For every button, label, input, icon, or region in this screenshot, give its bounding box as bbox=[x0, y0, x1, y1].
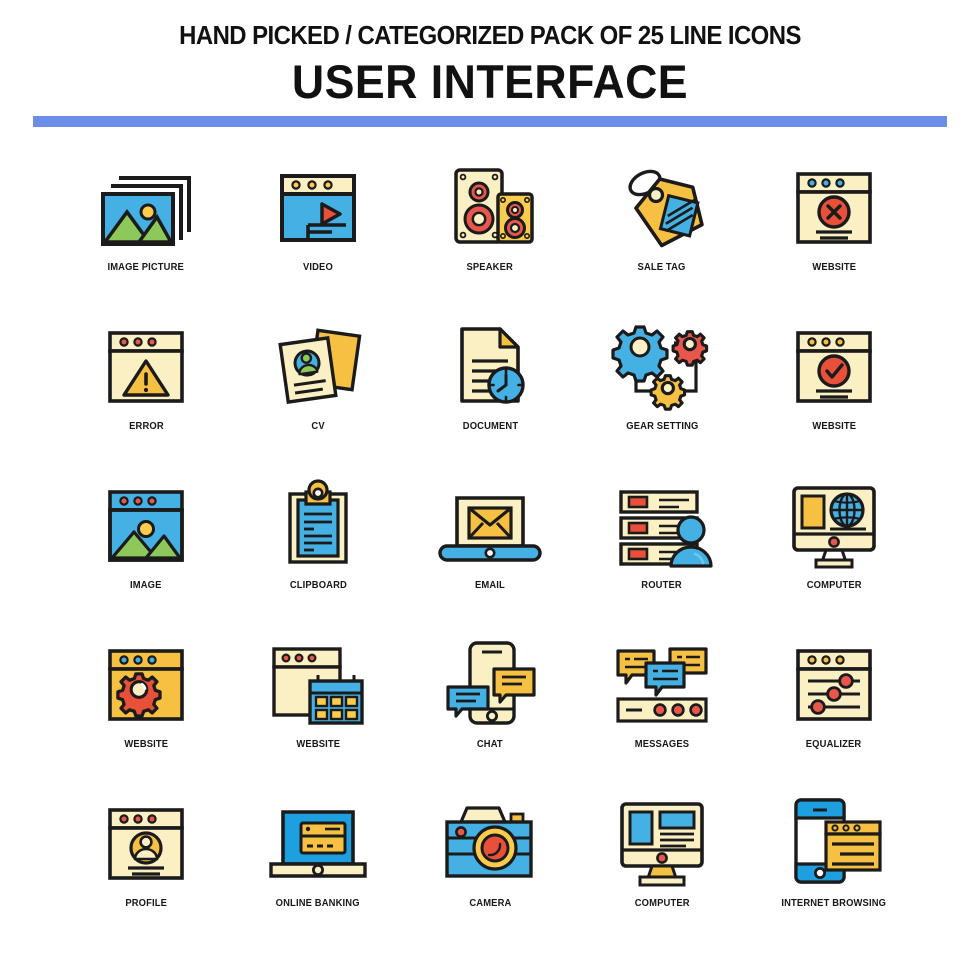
internet-browsing-icon bbox=[769, 784, 899, 896]
website-error-cross-icon bbox=[769, 148, 899, 260]
speaker-icon bbox=[425, 148, 555, 260]
icon-cell-image-picture[interactable]: IMAGE PICTURE bbox=[60, 148, 232, 307]
profile-icon bbox=[81, 784, 211, 896]
icon-cell-clipboard[interactable]: CLIPBOARD bbox=[232, 466, 404, 625]
icon-label: SPEAKER bbox=[466, 262, 514, 273]
icon-label: CLIPBOARD bbox=[289, 580, 347, 591]
icon-cell-router[interactable]: ROUTER bbox=[576, 466, 748, 625]
cv-icon bbox=[253, 307, 383, 419]
email-icon bbox=[425, 466, 555, 578]
icon-pack-page: HAND PICKED / CATEGORIZED PACK OF 25 LIN… bbox=[0, 0, 980, 980]
equalizer-icon bbox=[769, 625, 899, 737]
icon-cell-email[interactable]: EMAIL bbox=[404, 466, 576, 625]
icon-label: EMAIL bbox=[475, 580, 505, 591]
icon-grid: IMAGE PICTURE VIDEO SPEAKER SALE TAG WEB… bbox=[60, 148, 920, 943]
icon-cell-chat[interactable]: CHAT bbox=[404, 625, 576, 784]
icon-label: SALE TAG bbox=[638, 262, 686, 273]
icon-cell-equalizer[interactable]: EQUALIZER bbox=[748, 625, 920, 784]
icon-label: IMAGE PICTURE bbox=[107, 262, 185, 273]
icon-cell-speaker[interactable]: SPEAKER bbox=[404, 148, 576, 307]
icon-cell-website-calendar[interactable]: WEBSITE bbox=[232, 625, 404, 784]
icon-label: CAMERA bbox=[468, 898, 512, 909]
header-divider-bar bbox=[33, 116, 947, 127]
icon-label: WEBSITE bbox=[124, 739, 168, 750]
chat-icon bbox=[425, 625, 555, 737]
icon-cell-website-check[interactable]: WEBSITE bbox=[748, 307, 920, 466]
icon-cell-computer-globe[interactable]: COMPUTER bbox=[748, 466, 920, 625]
icon-label: VIDEO bbox=[303, 262, 333, 273]
icon-cell-gear-setting[interactable]: GEAR SETTING bbox=[576, 307, 748, 466]
subtitle-pre: HAND PICKED / CATEGORIZED PACK OF bbox=[179, 20, 638, 50]
computer-layout-icon bbox=[597, 784, 727, 896]
sale-tag-icon bbox=[597, 148, 727, 260]
icon-cell-video[interactable]: VIDEO bbox=[232, 148, 404, 307]
icon-cell-image[interactable]: IMAGE bbox=[60, 466, 232, 625]
icon-cell-error[interactable]: ERROR bbox=[60, 307, 232, 466]
icon-label: EQUALIZER bbox=[806, 739, 862, 750]
gear-setting-icon bbox=[597, 307, 727, 419]
icon-label: IMAGE bbox=[130, 580, 162, 591]
website-calendar-icon bbox=[253, 625, 383, 737]
icon-cell-cv[interactable]: CV bbox=[232, 307, 404, 466]
page-subtitle: HAND PICKED / CATEGORIZED PACK OF 25 LIN… bbox=[39, 20, 941, 50]
document-icon bbox=[425, 307, 555, 419]
image-picture-icon bbox=[81, 148, 211, 260]
image-icon bbox=[81, 466, 211, 578]
messages-icon bbox=[597, 625, 727, 737]
icon-label: WEBSITE bbox=[812, 262, 856, 273]
icon-cell-computer-layout[interactable]: COMPUTER bbox=[576, 784, 748, 943]
page-header: HAND PICKED / CATEGORIZED PACK OF 25 LIN… bbox=[0, 0, 980, 109]
video-icon bbox=[253, 148, 383, 260]
icon-label: COMPUTER bbox=[634, 898, 690, 909]
icon-cell-website-error-cross[interactable]: WEBSITE bbox=[748, 148, 920, 307]
error-icon bbox=[81, 307, 211, 419]
website-gear-icon bbox=[81, 625, 211, 737]
page-title: USER INTERFACE bbox=[291, 55, 689, 109]
icon-label: CV bbox=[311, 421, 325, 432]
icon-label: MESSAGES bbox=[634, 739, 690, 750]
icon-cell-website-gear[interactable]: WEBSITE bbox=[60, 625, 232, 784]
online-banking-icon bbox=[253, 784, 383, 896]
icon-label: ONLINE BANKING bbox=[276, 898, 360, 909]
icon-label: ERROR bbox=[128, 421, 164, 432]
icon-cell-internet-browsing[interactable]: INTERNET BROWSING bbox=[748, 784, 920, 943]
icon-cell-messages[interactable]: MESSAGES bbox=[576, 625, 748, 784]
icon-label: WEBSITE bbox=[296, 739, 340, 750]
icon-label: CHAT bbox=[477, 739, 503, 750]
icon-cell-profile[interactable]: PROFILE bbox=[60, 784, 232, 943]
camera-icon bbox=[425, 784, 555, 896]
router-icon bbox=[597, 466, 727, 578]
icon-label: WEBSITE bbox=[812, 421, 856, 432]
icon-label: INTERNET BROWSING bbox=[781, 898, 887, 909]
icon-cell-camera[interactable]: CAMERA bbox=[404, 784, 576, 943]
subtitle-icon-count: 25 bbox=[637, 20, 664, 50]
subtitle-post: LINE ICONS bbox=[663, 20, 801, 50]
icon-cell-online-banking[interactable]: ONLINE BANKING bbox=[232, 784, 404, 943]
computer-globe-icon bbox=[769, 466, 899, 578]
icon-label: ROUTER bbox=[641, 580, 683, 591]
icon-label: DOCUMENT bbox=[462, 421, 518, 432]
clipboard-icon bbox=[253, 466, 383, 578]
icon-cell-document[interactable]: DOCUMENT bbox=[404, 307, 576, 466]
icon-cell-sale-tag[interactable]: SALE TAG bbox=[576, 148, 748, 307]
website-check-icon bbox=[769, 307, 899, 419]
icon-label: GEAR SETTING bbox=[625, 421, 699, 432]
icon-label: COMPUTER bbox=[806, 580, 862, 591]
icon-label: PROFILE bbox=[125, 898, 167, 909]
